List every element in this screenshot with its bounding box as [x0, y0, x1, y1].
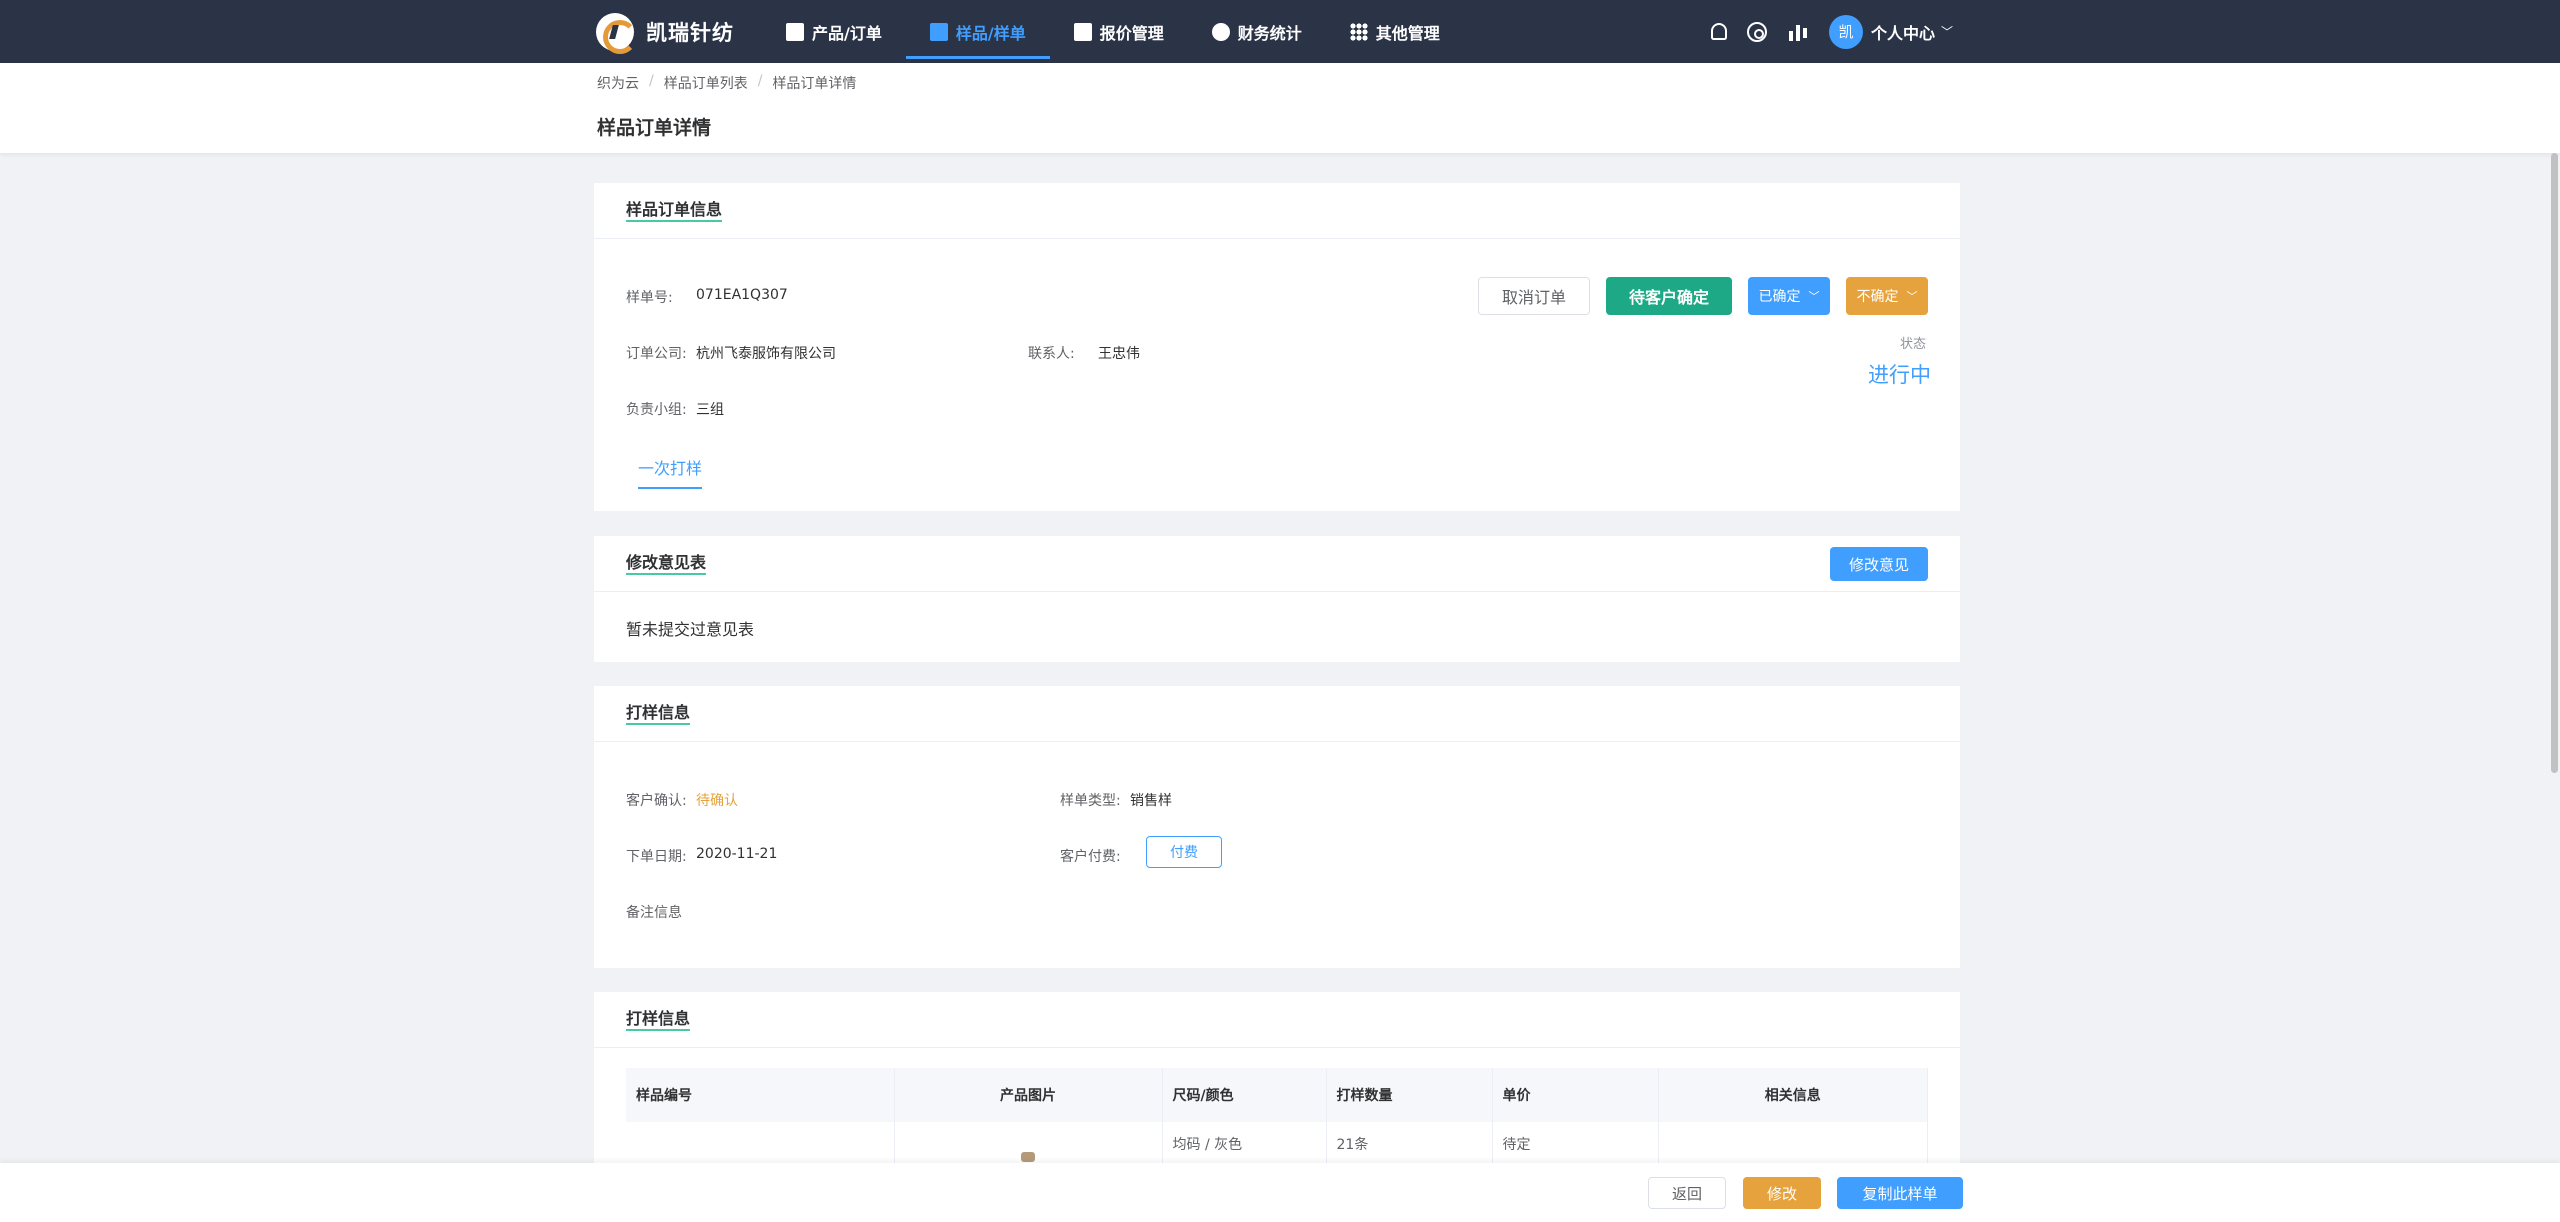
- brand[interactable]: 凯瑞针纺: [596, 12, 734, 54]
- column-header: 相关信息: [1658, 1068, 1928, 1122]
- remark-label: 备注信息: [626, 905, 682, 921]
- grid-icon: [1349, 22, 1368, 41]
- order-date-value: 2020-11-21: [696, 846, 778, 862]
- feedback-empty-text: 暂未提交过意见表: [626, 620, 755, 639]
- nav-item-label: 其他管理: [1375, 23, 1440, 43]
- copy-sample-button[interactable]: 复制此样单: [1837, 1177, 1963, 1209]
- nav-right-tools: 凯 个人中心 ﹀: [1708, 0, 1953, 63]
- pay-button[interactable]: 付费: [1146, 836, 1222, 868]
- breadcrumb-separator: /: [649, 73, 654, 89]
- breadcrumb: 织为云 / 样品订单列表 / 样品订单详情: [597, 73, 856, 93]
- breadcrumb-item-list[interactable]: 样品订单列表: [664, 73, 748, 93]
- brand-name: 凯瑞针纺: [646, 21, 734, 45]
- clipboard-icon: [929, 22, 948, 41]
- product-thumbnail: [1021, 1152, 1035, 1162]
- unconfirmed-dropdown-button[interactable]: 不确定 ﹀: [1846, 277, 1928, 315]
- nav-item-label: 样品/样单: [955, 23, 1026, 43]
- company-label: 订单公司:: [626, 346, 687, 362]
- calculator-icon: [1073, 22, 1092, 41]
- order-date-label: 下单日期:: [626, 849, 687, 865]
- card-title: 修改意见表: [626, 554, 707, 575]
- back-button[interactable]: 返回: [1648, 1177, 1726, 1209]
- card-header: 修改意见表 修改意见: [594, 536, 1960, 592]
- yen-coin-icon: [1211, 22, 1230, 41]
- confirmed-dropdown-button[interactable]: 已确定 ﹀: [1748, 277, 1830, 315]
- sample-type-label: 样单类型:: [1060, 793, 1121, 809]
- status-label: 状态: [1900, 337, 1927, 352]
- nav-item-label: 财务统计: [1237, 23, 1302, 43]
- breadcrumb-separator: /: [757, 73, 763, 89]
- sample-no-label: 样单号:: [626, 290, 673, 306]
- nav-item-quotes[interactable]: 报价管理: [1050, 0, 1188, 63]
- company-value: 杭州飞泰服饰有限公司: [696, 346, 836, 362]
- chevron-down-icon[interactable]: ﹀: [1941, 23, 1953, 40]
- edit-button[interactable]: 修改: [1743, 1177, 1821, 1209]
- sampling-table: 样品编号 产品图片 尺码/颜色 打样数量 单价 相关信息 均码 / 灰色 21条…: [626, 1068, 1928, 1172]
- card-title: 打样信息: [626, 704, 691, 725]
- column-header: 打样数量: [1326, 1068, 1493, 1122]
- chevron-down-icon: ﹀: [1906, 290, 1918, 303]
- bar-chart-icon[interactable]: [1787, 21, 1809, 43]
- card-header: 打样信息: [594, 686, 1960, 742]
- page-scrollbar[interactable]: [2551, 153, 2558, 773]
- nav-item-samples[interactable]: 样品/样单: [905, 0, 1050, 63]
- box-icon: [786, 22, 804, 41]
- edit-feedback-button[interactable]: 修改意见: [1830, 547, 1928, 581]
- avatar[interactable]: 凯: [1829, 14, 1863, 49]
- brand-logo-icon: [596, 13, 637, 54]
- nav-item-products-orders[interactable]: 产品/订单: [762, 0, 906, 63]
- bottom-action-bar: 返回 修改 复制此样单: [0, 1163, 2560, 1222]
- customer-confirm-label: 客户确认:: [626, 793, 687, 809]
- nav-item-finance[interactable]: 财务统计: [1188, 0, 1326, 63]
- contact-value: 王忠伟: [1098, 346, 1140, 362]
- column-header: 尺码/颜色: [1162, 1068, 1327, 1122]
- card-header: 打样信息: [594, 992, 1960, 1048]
- nav-item-label: 产品/订单: [812, 23, 882, 43]
- column-header: 产品图片: [894, 1068, 1163, 1122]
- card-title: 样品订单信息: [626, 201, 723, 222]
- nav-item-label: 报价管理: [1099, 23, 1164, 43]
- page-title: 样品订单详情: [597, 117, 712, 139]
- page-header: 织为云 / 样品订单列表 / 样品订单详情 样品订单详情: [0, 63, 2560, 153]
- user-center-label[interactable]: 个人中心: [1871, 20, 1935, 44]
- contact-label: 联系人:: [1028, 346, 1075, 362]
- column-header: 单价: [1492, 1068, 1659, 1122]
- feedback-card: 修改意见表 修改意见 暂未提交过意见表: [594, 536, 1960, 662]
- confirmed-label: 已确定: [1758, 289, 1801, 305]
- chevron-down-icon: ﹀: [1808, 290, 1820, 303]
- sample-type-value: 销售样: [1130, 793, 1172, 809]
- pending-customer-confirm-button[interactable]: 待客户确定: [1606, 277, 1732, 315]
- nav-item-other[interactable]: 其他管理: [1326, 0, 1464, 63]
- cancel-order-button[interactable]: 取消订单: [1478, 277, 1590, 315]
- customer-confirm-value: 待确认: [696, 793, 738, 809]
- gear-icon[interactable]: [1747, 21, 1767, 42]
- order-info-card: 样品订单信息 样单号: 071EA1Q307 取消订单 待客户确定 已确定 ﹀ …: [594, 183, 1960, 511]
- column-header: 样品编号: [626, 1068, 895, 1122]
- group-value: 三组: [696, 402, 724, 418]
- breadcrumb-item-current: 样品订单详情: [772, 76, 857, 92]
- card-title: 打样信息: [626, 1010, 691, 1031]
- top-navbar: 凯瑞针纺 产品/订单 样品/样单 报价管理 财务统计 其他管理 凯 个人中心 ﹀: [0, 0, 2560, 63]
- group-label: 负责小组:: [626, 402, 687, 418]
- main-nav: 产品/订单 样品/样单 报价管理 财务统计 其他管理: [762, 0, 1464, 63]
- breadcrumb-item-home[interactable]: 织为云: [597, 73, 639, 93]
- sample-no-value: 071EA1Q307: [696, 287, 788, 303]
- card-header: 样品订单信息: [594, 183, 1960, 239]
- status-value: 进行中: [1868, 363, 1931, 387]
- customer-pay-label: 客户付费:: [1060, 849, 1121, 865]
- table-header-row: 样品编号 产品图片 尺码/颜色 打样数量 单价 相关信息: [626, 1068, 1928, 1122]
- unconfirmed-label: 不确定: [1856, 289, 1899, 305]
- tab-first-sampling[interactable]: 一次打样: [638, 455, 702, 489]
- sampling-info-card: 打样信息 客户确认: 待确认 样单类型: 销售样 下单日期: 2020-11-2…: [594, 686, 1960, 968]
- bell-icon[interactable]: [1711, 23, 1727, 40]
